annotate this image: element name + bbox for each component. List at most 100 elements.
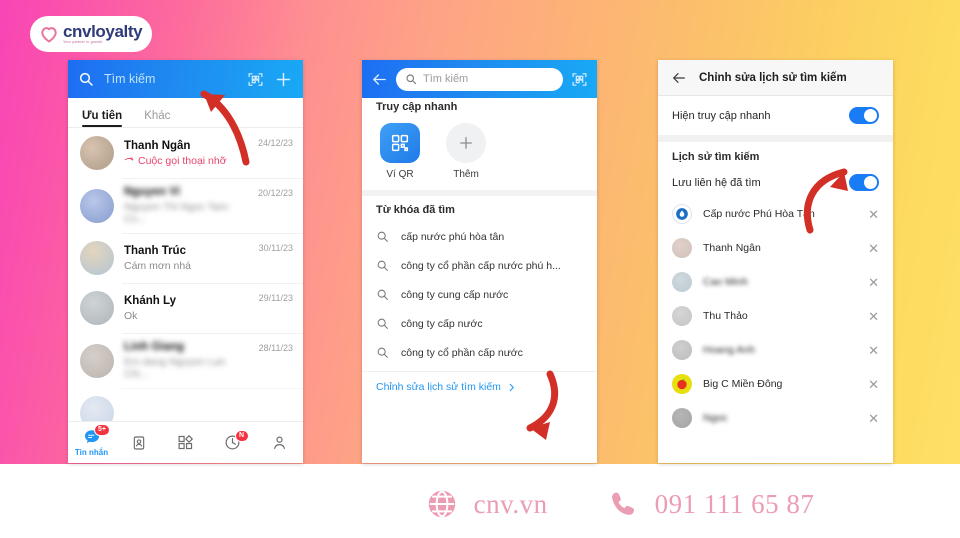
keyword-row[interactable]: công ty cổ phần cấp nước [362,338,597,367]
chat-name: Thanh Ngân [124,139,191,152]
bottom-navigation: 5+ Tin nhắn N [68,421,303,463]
footer-contact-bar: cnv.vn 091 111 65 87 [0,470,960,538]
back-arrow-icon[interactable] [371,71,388,88]
page-title: Chỉnh sửa lịch sử tìm kiếm [699,71,847,84]
quick-item-vi-qr[interactable]: Ví QR [376,123,424,180]
chat-date: 29/11/23 [258,293,293,303]
contact-avatar [672,238,692,258]
history-item[interactable]: Ngoc ✕ [658,401,893,435]
toggle-quick-access[interactable] [849,107,879,124]
quick-item-them[interactable]: Thêm [442,123,490,180]
apple-icon [677,379,687,390]
toggle-save-contacts[interactable] [849,174,879,191]
history-item[interactable]: Thu Thảo ✕ [658,299,893,333]
keywords-title: Từ khóa đã tìm [376,204,455,216]
nav-item-timeline[interactable]: N [209,430,256,451]
person-icon [273,436,286,450]
chat-preview: Nguyen Thi Ngoc Tam: Co... [124,201,231,225]
nav-item-apps[interactable] [162,434,209,451]
search-icon [377,231,388,242]
phone-screen-chat-list: Tìm kiếm Ưu tiên Khác Thanh Ngân Cuộc gọ… [68,60,303,463]
setting-row-save-contacts[interactable]: Lưu liên hệ đã tìm [658,168,893,197]
chat-row[interactable]: Khánh Ly Ok 29/11/23 [68,283,303,333]
history-name: Cao Minh [703,276,748,288]
globe-icon [428,490,455,518]
chat-preview: Cám mơn nhá [124,259,191,272]
history-item[interactable]: Big C Miền Đông ✕ [658,367,893,401]
close-x-icon[interactable]: ✕ [868,242,879,255]
contact-avatar [672,272,692,292]
close-x-icon[interactable]: ✕ [868,412,879,425]
chat-preview: Ok [124,309,138,322]
quick-label: Thêm [453,169,479,180]
contact-avatar [672,340,692,360]
tab-khac[interactable]: Khác [144,110,170,127]
settings-header: Chỉnh sửa lịch sử tìm kiếm [658,60,893,96]
close-x-icon[interactable]: ✕ [868,344,879,357]
history-section-title: Lịch sử tìm kiếm [672,151,760,163]
chat-date: 20/12/23 [257,188,293,198]
chat-row[interactable]: Thanh Trúc Cám mơn nhá 30/11/23 [68,233,303,283]
close-x-icon[interactable]: ✕ [868,378,879,391]
search-icon [406,74,417,85]
water-drop-icon [676,208,688,220]
badge-timeline: N [234,430,249,442]
nav-label-messages: Tin nhắn [74,448,109,457]
nav-item-contacts[interactable] [115,435,162,451]
history-item[interactable]: Hoang Anh ✕ [658,333,893,367]
keyword-row[interactable]: công ty cung cấp nước [362,280,597,309]
avatar [80,188,114,223]
search-icon [377,260,388,271]
setting-row-quick-access[interactable]: Hiện truy cập nhanh [658,96,893,135]
search-placeholder: Tìm kiếm [423,73,469,85]
nav-item-messages[interactable]: 5+ Tin nhắn [68,424,115,457]
chat-list: Thanh Ngân Cuộc gọi thoại nhỡ 24/12/23 N… [68,128,303,438]
keyword-row[interactable]: cấp nước phú hòa tân [362,222,597,251]
edit-link-label: Chỉnh sửa lịch sử tìm kiếm [376,381,501,393]
search-input[interactable]: Tìm kiếm [396,67,563,91]
close-x-icon[interactable]: ✕ [868,276,879,289]
contact-avatar [672,306,692,326]
history-item[interactable]: Thanh Ngân ✕ [658,231,893,265]
qr-scan-icon[interactable] [247,71,264,88]
chat-name: Khánh Ly [124,294,176,307]
qr-scan-icon[interactable] [571,71,588,88]
history-name: Thu Thảo [703,310,748,322]
footer-website: cnv.vn [426,488,548,520]
back-arrow-icon[interactable] [671,70,687,86]
search-icon[interactable] [78,71,94,87]
history-name: Thanh Ngân [703,242,761,254]
cnvloyalty-logo: cnvloyalty Your partner in growth [30,16,152,52]
close-x-icon[interactable]: ✕ [868,310,879,323]
history-item[interactable]: Cấp nước Phú Hòa Tân ✕ [658,197,893,231]
search-input[interactable]: Tìm kiếm [104,72,237,86]
phone-screen-search: Tìm kiếm Truy cập nhanh Ví QR Thêm Từ kh… [362,60,597,463]
keyword-row[interactable]: công ty cấp nước [362,309,597,338]
plus-icon [446,123,486,163]
plus-icon[interactable] [274,70,293,89]
chat-row[interactable]: Thanh Ngân Cuộc gọi thoại nhỡ 24/12/23 [68,128,303,178]
chat-preview: Em dang Nguyen Lan Chi... [124,356,226,380]
quick-label: Ví QR [386,169,414,180]
chat-row[interactable]: Nguyen Vi Nguyen Thi Ngoc Tam: Co... 20/… [68,178,303,233]
search-icon [377,318,388,329]
section-divider [658,135,893,142]
chat-filter-tabs: Ưu tiên Khác [68,98,303,128]
tab-uu-tien[interactable]: Ưu tiên [82,110,123,127]
history-name: Hoang Anh [703,344,755,356]
bigc-logo [672,374,692,394]
edit-search-history-link[interactable]: Chỉnh sửa lịch sử tìm kiếm [362,371,597,402]
close-x-icon[interactable]: ✕ [868,208,879,221]
quick-access-row: Ví QR Thêm [362,119,597,190]
avatar [80,291,114,325]
history-item[interactable]: Cao Minh ✕ [658,265,893,299]
qr-wallet-icon [380,123,420,163]
avatar [80,136,114,170]
keyword-text: công ty cung cấp nước [401,288,509,301]
nav-item-profile[interactable] [256,434,303,451]
keyword-row[interactable]: công ty cổ phần cấp nước phú h... [362,251,597,280]
missed-call-icon [124,156,134,161]
chat-row[interactable]: Linh Giang Em dang Nguyen Lan Chi... 28/… [68,333,303,388]
footer-phone-text: 091 111 65 87 [654,488,815,519]
chat-name: Thanh Trúc [124,244,186,257]
